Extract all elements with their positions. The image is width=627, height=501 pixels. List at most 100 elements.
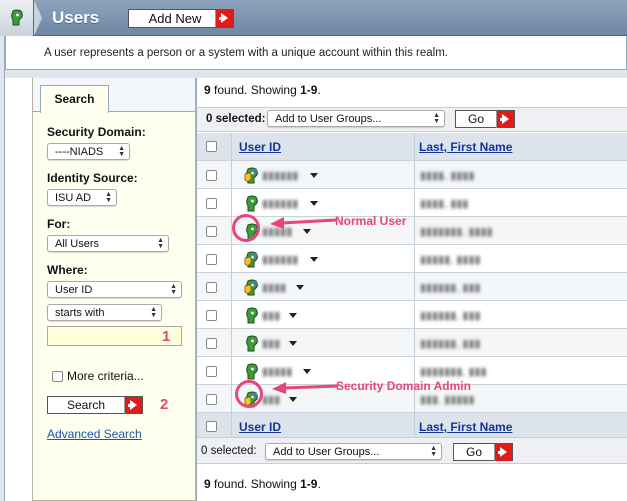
row-checkbox[interactable] xyxy=(206,282,217,293)
user-id-link[interactable]: ▮▮▮ xyxy=(262,337,280,350)
page-description: A user represents a person or a system w… xyxy=(44,47,448,59)
go-button-top-label: Go xyxy=(467,112,484,126)
results-count-end: . xyxy=(317,477,321,491)
action-select-bottom[interactable]: Add to User Groups... ▲ ▼ xyxy=(265,443,442,460)
menu-arrow-icon[interactable] xyxy=(289,397,297,402)
menu-arrow-icon[interactable] xyxy=(289,341,297,346)
menu-arrow-icon[interactable] xyxy=(303,369,311,374)
row-checkbox[interactable] xyxy=(206,170,217,181)
results-count-bottom: 9 found. Showing 1-9. xyxy=(204,477,321,491)
row-checkbox[interactable] xyxy=(206,310,217,321)
identity-source-select[interactable]: ISU AD ▲ ▼ xyxy=(47,189,117,206)
results-count-end: . xyxy=(317,83,321,97)
column-header-user-id[interactable]: User ID xyxy=(239,420,281,434)
security-domain-select[interactable]: ----NIADS ▲ ▼ xyxy=(47,143,130,160)
row-checkbox[interactable] xyxy=(206,254,217,265)
action-select-top[interactable]: Add to User Groups... ▲ ▼ xyxy=(267,110,445,127)
user-icon xyxy=(246,307,258,324)
user-id-link[interactable]: ▮▮▮▮▮▮ xyxy=(262,197,298,210)
where-field-value: User ID xyxy=(55,284,93,296)
frame-band xyxy=(5,70,627,78)
advanced-search-link[interactable]: Advanced Search xyxy=(47,427,142,441)
user-role-icon-wrap xyxy=(244,167,260,188)
column-header-name[interactable]: Last, First Name xyxy=(419,140,512,154)
security-domain-label: Security Domain: xyxy=(47,125,146,139)
user-id-link[interactable]: ▮▮▮▮▮▮ xyxy=(262,169,298,182)
more-criteria-label: More criteria... xyxy=(67,369,144,383)
row-checkbox[interactable] xyxy=(206,198,217,209)
column-separator xyxy=(414,133,415,441)
user-icon xyxy=(246,363,258,380)
users-logo-box xyxy=(0,0,34,36)
row-checkbox[interactable] xyxy=(206,226,217,237)
page-title: Users xyxy=(52,8,100,27)
updown-icon: ▲ ▼ xyxy=(150,306,157,319)
menu-arrow-icon[interactable] xyxy=(310,173,318,178)
go-arrow-icon xyxy=(494,443,512,461)
user-name-cell: ▮▮▮, ▮▮▮▮▮ xyxy=(420,394,475,406)
results-count-value: 9 xyxy=(204,477,211,491)
go-arrow-icon xyxy=(496,110,514,128)
security-admin-icon xyxy=(244,251,258,268)
updown-icon: ▲ ▼ xyxy=(105,191,112,204)
user-id-link[interactable]: ▮▮▮▮ xyxy=(262,281,286,294)
for-label: For: xyxy=(47,217,71,231)
user-id-link[interactable]: ▮▮▮▮▮▮ xyxy=(262,253,298,266)
search-button-label: Search xyxy=(66,398,106,412)
user-role-icon-wrap xyxy=(244,307,260,328)
user-icon xyxy=(246,335,258,352)
user-name-cell: ▮▮▮▮▮▮▮, ▮▮▮▮ xyxy=(420,226,493,238)
for-select[interactable]: All Users ▲ ▼ xyxy=(47,235,169,252)
updown-icon: ▲ ▼ xyxy=(118,145,125,158)
identity-source-value: ISU AD xyxy=(55,192,92,204)
tab-search[interactable]: Search xyxy=(40,85,109,113)
user-id-link[interactable]: ▮▮▮ xyxy=(262,309,280,322)
column-separator xyxy=(231,133,232,441)
user-name-cell: ▮▮▮▮, ▮▮▮▮ xyxy=(420,170,475,182)
annotation-normal-user: Normal User xyxy=(335,214,407,228)
add-new-label: Add New xyxy=(148,11,202,26)
row-checkbox[interactable] xyxy=(206,338,217,349)
menu-arrow-icon[interactable] xyxy=(289,313,297,318)
results-count-text: found. Showing xyxy=(210,83,301,97)
row-checkbox[interactable] xyxy=(206,394,217,405)
results-range-value: 1-9 xyxy=(300,83,318,97)
user-role-icon-wrap xyxy=(244,251,260,272)
user-name-cell: ▮▮▮▮, ▮▮▮ xyxy=(420,198,469,210)
search-button[interactable]: Search xyxy=(47,396,143,414)
results-count-top: 9 found. Showing 1-9. xyxy=(204,83,321,97)
more-criteria-checkbox[interactable] xyxy=(52,371,63,382)
add-new-button[interactable]: Add New xyxy=(128,9,234,28)
go-button-bottom[interactable]: Go xyxy=(453,443,513,461)
header-notch xyxy=(34,0,42,36)
security-admin-icon xyxy=(244,279,258,296)
go-button-top[interactable]: Go xyxy=(455,110,515,128)
updown-icon: ▲ ▼ xyxy=(430,445,437,458)
results-range-value: 1-9 xyxy=(300,477,318,491)
user-icon xyxy=(246,195,258,212)
action-select-bottom-value: Add to User Groups... xyxy=(273,446,380,458)
annotation-arrow-normal-user xyxy=(270,217,337,229)
menu-arrow-icon[interactable] xyxy=(310,257,318,262)
menu-arrow-icon[interactable] xyxy=(296,285,304,290)
annotation-arrow-admin xyxy=(272,382,339,394)
user-name-cell: ▮▮▮▮▮▮, ▮▮▮ xyxy=(420,310,481,322)
go-arrow-icon xyxy=(124,396,142,414)
column-header-user-id[interactable]: User ID xyxy=(239,140,281,154)
user-name-cell: ▮▮▮▮▮▮▮, ▮▮▮ xyxy=(420,366,487,378)
go-button-bottom-label: Go xyxy=(465,445,482,459)
where-operator-select[interactable]: starts with ▲ ▼ xyxy=(47,304,162,321)
annotation-circle-admin xyxy=(235,380,263,408)
action-select-top-value: Add to User Groups... xyxy=(275,113,382,125)
annotation-marker-2: 2 xyxy=(160,396,169,413)
select-all-checkbox[interactable] xyxy=(206,421,217,432)
updown-icon: ▲ ▼ xyxy=(170,283,177,296)
row-checkbox[interactable] xyxy=(206,366,217,377)
selected-count-bottom: 0 selected: xyxy=(201,445,257,457)
results-count-text: found. Showing xyxy=(210,477,301,491)
select-all-checkbox[interactable] xyxy=(206,141,217,152)
where-field-select[interactable]: User ID ▲ ▼ xyxy=(47,281,182,298)
security-domain-value: ----NIADS xyxy=(55,146,104,158)
column-header-name[interactable]: Last, First Name xyxy=(419,420,512,434)
menu-arrow-icon[interactable] xyxy=(310,201,318,206)
